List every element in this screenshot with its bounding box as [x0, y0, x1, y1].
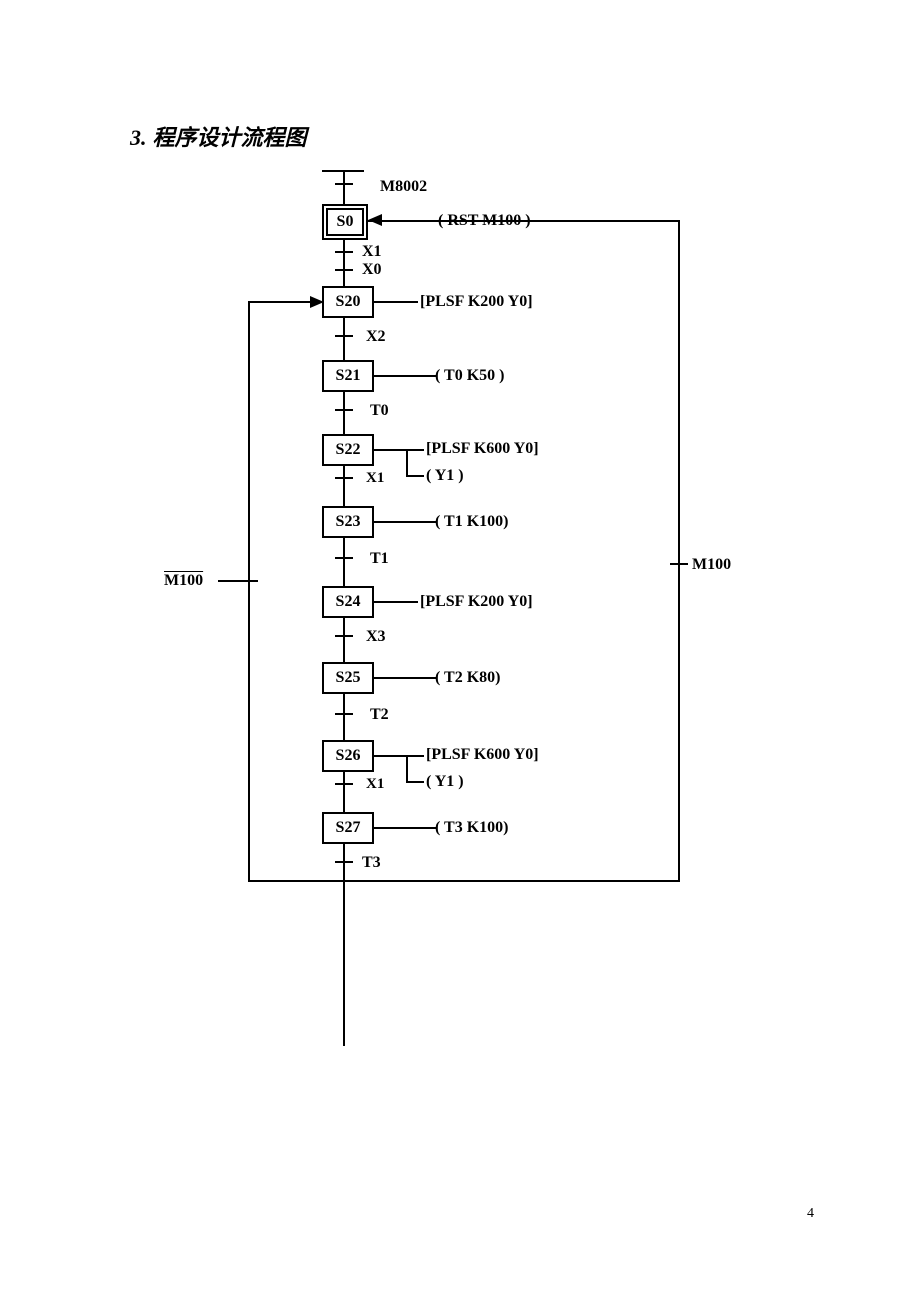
return-bottom: [343, 880, 680, 882]
s22-out1-h: [406, 449, 424, 451]
s22-out-line: [372, 449, 408, 451]
s20-out: [PLSF K200 Y0]: [420, 293, 533, 311]
s22-box: S22: [322, 434, 374, 466]
s24-text: S24: [336, 593, 361, 610]
s26-out2-h: [406, 781, 424, 783]
t3-label: T3: [362, 854, 381, 872]
s26-out1-h: [406, 755, 424, 757]
s24-box: S24: [322, 586, 374, 618]
loop-top-to-s20: [248, 301, 310, 303]
s26-out2: ( Y1 ): [426, 773, 464, 791]
s23-out: ( T1 K100): [435, 513, 508, 531]
s24-out: [PLSF K200 Y0]: [420, 593, 533, 611]
t1-label: T1: [370, 550, 389, 568]
s0-box: S0: [322, 204, 368, 240]
t0-label: T0: [370, 402, 389, 420]
loop-left: [248, 301, 250, 881]
loop-bottom: [248, 880, 345, 882]
s22-out2-h: [406, 475, 424, 477]
title-text: 程序设计流程图: [153, 125, 307, 150]
t2-label: T2: [370, 706, 389, 724]
s22-out2: ( Y1 ): [426, 467, 464, 485]
s27-box: S27: [322, 812, 374, 844]
x1c-label: X1: [366, 776, 384, 793]
s26-text: S26: [336, 747, 361, 764]
title-number: 3.: [130, 125, 147, 150]
m8002-label: M8002: [380, 178, 427, 196]
s21-box: S21: [322, 360, 374, 392]
m100-right: M100: [692, 556, 731, 574]
x2-label: X2: [366, 328, 386, 346]
s21-out: ( T0 K50 ): [435, 367, 504, 385]
x0-label: X0: [362, 261, 382, 279]
s23-out-line: [372, 521, 432, 523]
return-right: [678, 220, 680, 882]
s22-out: [PLSF K600 Y0]: [426, 440, 539, 458]
s0-text: S0: [326, 208, 364, 236]
m100-left: M100: [164, 572, 203, 590]
top-bar: [322, 170, 364, 172]
s27-out-line: [372, 827, 432, 829]
page-number: 4: [807, 1206, 814, 1222]
s21-out-line: [372, 375, 432, 377]
s27-text: S27: [336, 819, 361, 836]
s20-box: S20: [322, 286, 374, 318]
x3-label: X3: [366, 628, 386, 646]
s25-out: ( T2 K80): [435, 669, 500, 687]
flowchart: M8002 S0 ( RST M100 ) X1 X0 S20 [PLSF K2…: [170, 170, 730, 1060]
section-title: 3.程序设计流程图: [130, 120, 790, 152]
s26-out-line: [372, 755, 408, 757]
s27-out: ( T3 K100): [435, 819, 508, 837]
s25-out-line: [372, 677, 432, 679]
s20-text: S20: [336, 293, 361, 310]
s26-brace: [406, 755, 408, 783]
s24-out-line: [372, 601, 418, 603]
s22-text: S22: [336, 441, 361, 458]
s23-text: S23: [336, 513, 361, 530]
s26-out: [PLSF K600 Y0]: [426, 746, 539, 764]
s26-box: S26: [322, 740, 374, 772]
s20-out-line: [372, 301, 418, 303]
x1b-label: X1: [366, 470, 384, 487]
s23-box: S23: [322, 506, 374, 538]
return-top: [384, 220, 680, 222]
s22-brace: [406, 449, 408, 477]
s25-text: S25: [336, 669, 361, 686]
s25-box: S25: [322, 662, 374, 694]
s21-text: S21: [336, 367, 361, 384]
x1-label: X1: [362, 243, 382, 261]
